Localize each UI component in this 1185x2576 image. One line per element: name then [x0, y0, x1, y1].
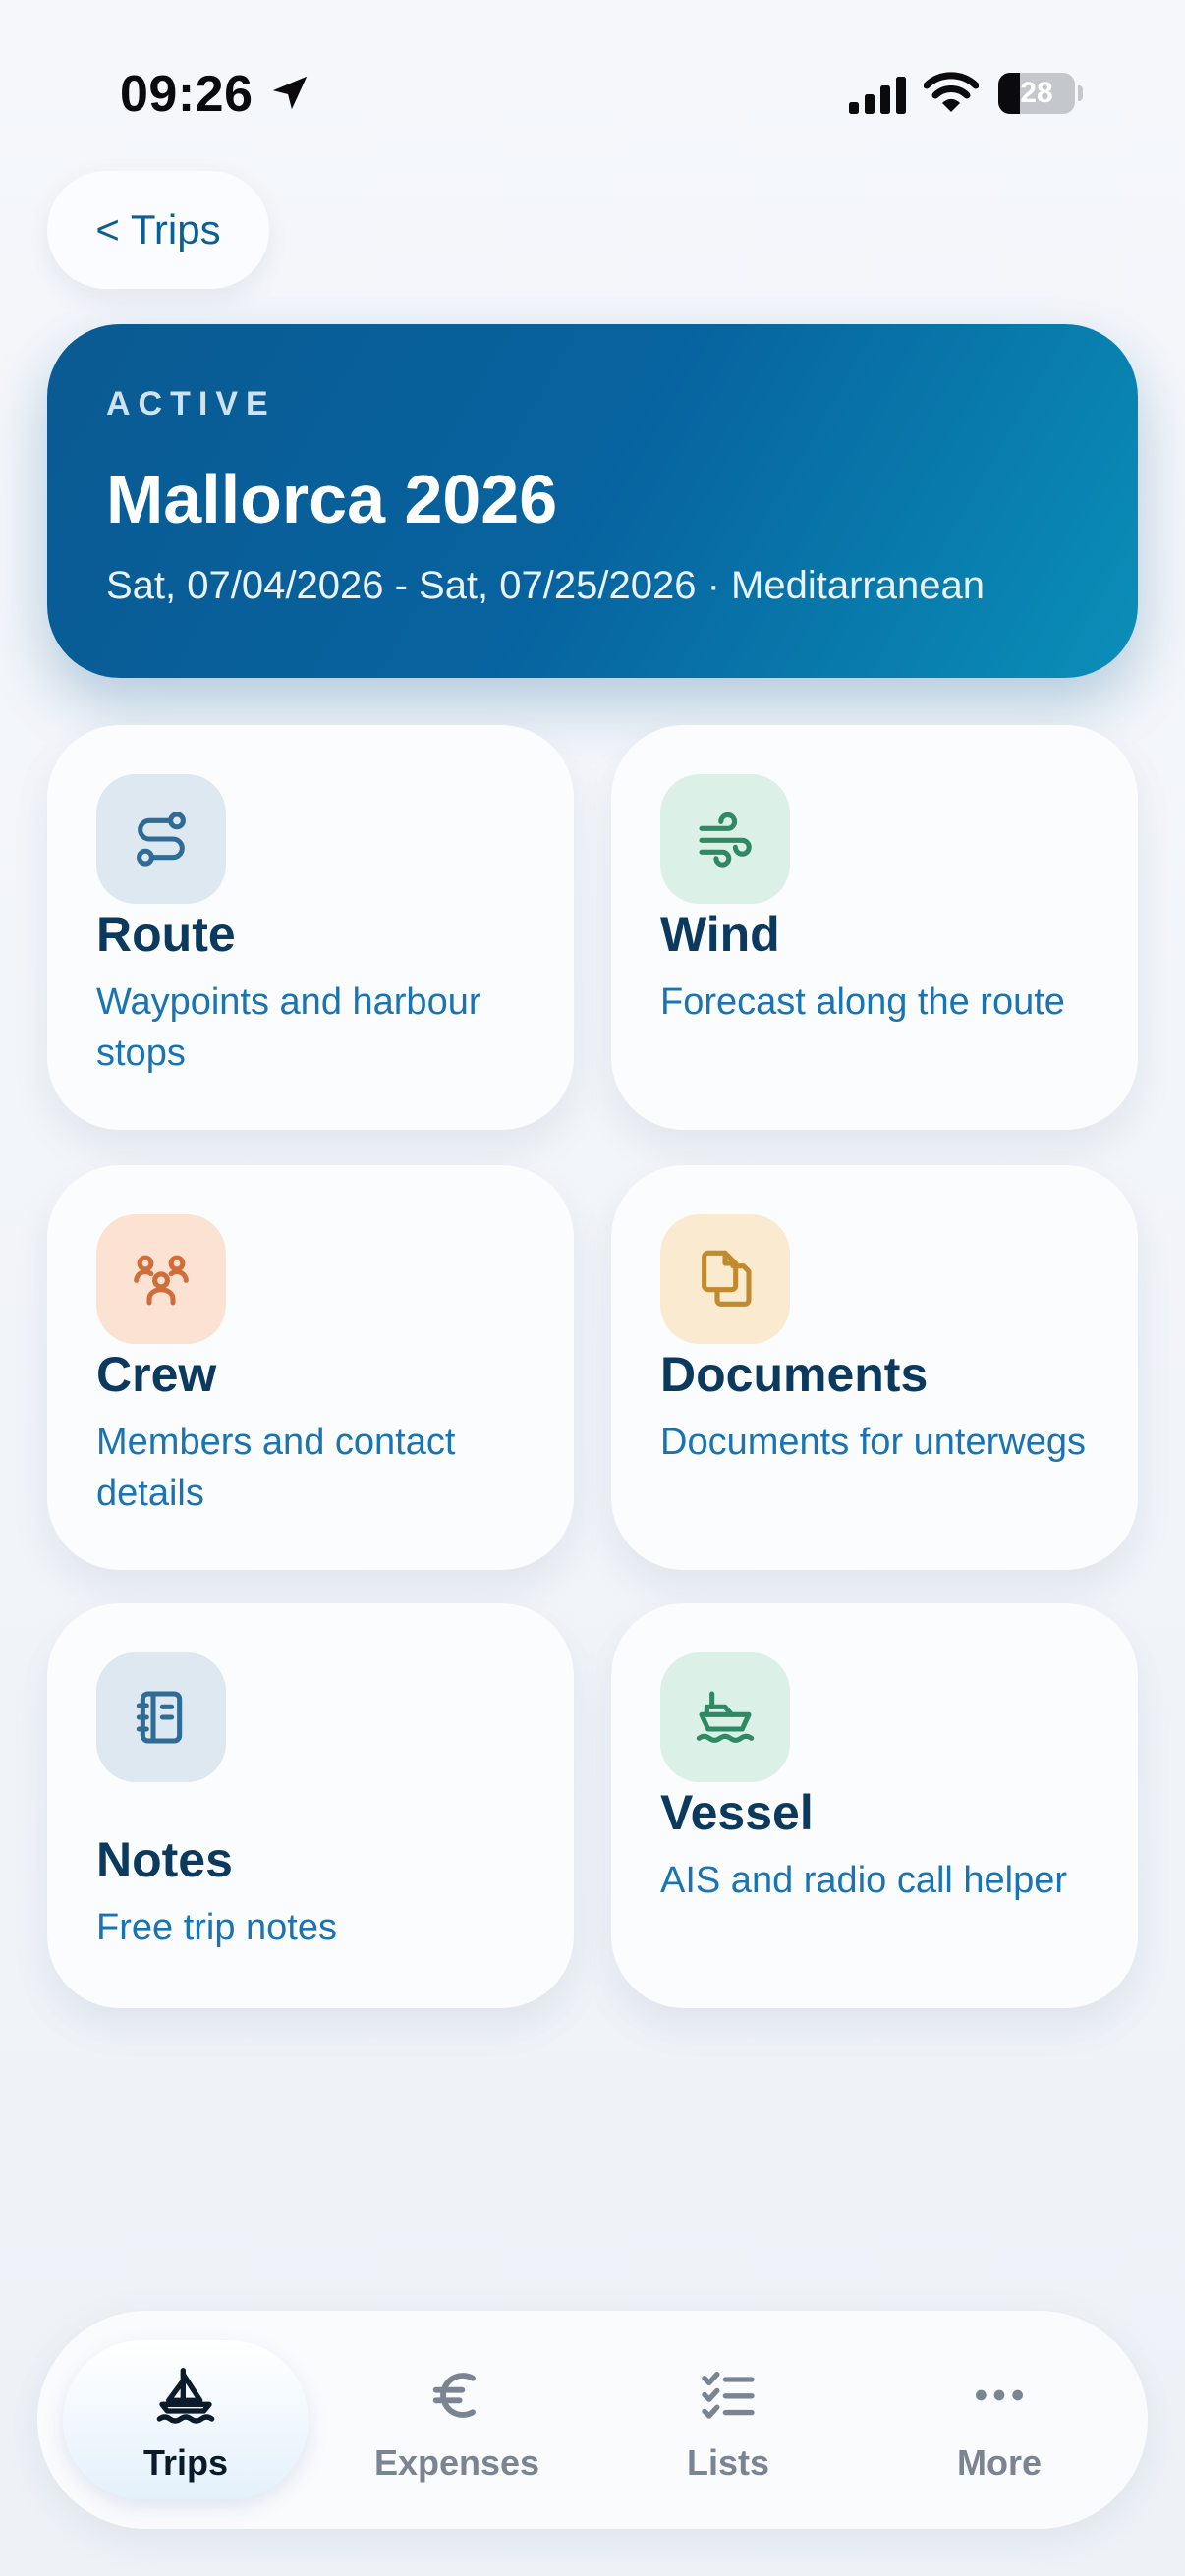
battery-indicator: 28 [998, 73, 1083, 114]
wind-card[interactable]: Wind Forecast along the route [611, 725, 1138, 1130]
route-icon-tile [96, 774, 226, 904]
wifi-icon [924, 72, 979, 112]
vessel-card-title: Vessel [660, 1785, 814, 1840]
route-card-description: Waypoints and harbour stops [96, 981, 481, 1074]
location-arrow-icon [272, 76, 308, 110]
trip-status-label: ACTIVE [106, 385, 276, 422]
documents-card-description: Documents for unterwegs [660, 1422, 1086, 1463]
wind-card-title: Wind [660, 907, 780, 962]
tab-lists[interactable]: Lists [605, 2340, 851, 2499]
tab-trips-label: Trips [142, 2442, 229, 2483]
trip-hero-card: ACTIVE Mallorca 2026 Sat, 07/04/2026 - S… [47, 324, 1138, 678]
battery-cap [1078, 85, 1083, 101]
crew-icon-tile [96, 1214, 226, 1344]
status-bar: 09:26 28 [0, 61, 1185, 130]
crew-card-title: Crew [96, 1347, 217, 1402]
tab-expenses[interactable]: Expenses [334, 2340, 580, 2499]
tab-more[interactable]: More [876, 2340, 1122, 2499]
notes-card-description: Free trip notes [96, 1907, 337, 1948]
notes-card-title: Notes [96, 1832, 233, 1887]
documents-icon [702, 1250, 752, 1307]
battery-body: 28 [998, 73, 1075, 114]
sailboat-icon [156, 2368, 215, 2424]
notes-icon-tile [96, 1652, 226, 1782]
documents-card[interactable]: Documents Documents for unterwegs [611, 1165, 1138, 1570]
route-card[interactable]: Route Waypoints and harbour stops [47, 725, 574, 1130]
crew-icon [134, 1255, 189, 1306]
vessel-card-description: AIS and radio call helper [660, 1860, 1068, 1901]
trip-dates-region: Sat, 07/04/2026 - Sat, 07/25/2026 · Medi… [106, 564, 985, 607]
tab-lists-label: Lists [686, 2442, 770, 2483]
status-time: 09:26 [120, 66, 254, 123]
tab-trips[interactable]: Trips [63, 2340, 309, 2499]
documents-icon-tile [660, 1214, 790, 1344]
wind-card-description: Forecast along the route [660, 981, 1065, 1023]
notes-card[interactable]: Notes Free trip notes [47, 1603, 574, 2008]
back-to-trips-button[interactable]: < Trips [47, 171, 269, 289]
cellular-signal-icon [849, 77, 906, 114]
crew-card-description: Members and contact details [96, 1422, 456, 1514]
tab-expenses-label: Expenses [373, 2442, 540, 2483]
vessel-icon-tile [660, 1652, 790, 1782]
trip-detail-screen: 09:26 28 < Trips ACTIVE Mallorca 2026 Sa… [0, 0, 1185, 2576]
battery-percentage: 28 [1020, 77, 1053, 109]
documents-card-title: Documents [660, 1347, 929, 1402]
vessel-card[interactable]: Vessel AIS and radio call helper [611, 1603, 1138, 2008]
route-icon [137, 812, 186, 867]
wind-icon-tile [660, 774, 790, 904]
more-icon [976, 2389, 1023, 2401]
trip-title: Mallorca 2026 [106, 461, 558, 537]
ship-icon [696, 1691, 755, 1743]
notebook-icon [136, 1691, 183, 1744]
tab-more-label: More [956, 2442, 1042, 2483]
crew-card[interactable]: Crew Members and contact details [47, 1165, 574, 1570]
checklist-icon [702, 2372, 755, 2419]
route-card-title: Route [96, 907, 236, 962]
tab-bar: Trips Expenses Lists More [37, 2311, 1148, 2529]
euro-icon [432, 2373, 476, 2418]
wind-icon [699, 812, 752, 868]
